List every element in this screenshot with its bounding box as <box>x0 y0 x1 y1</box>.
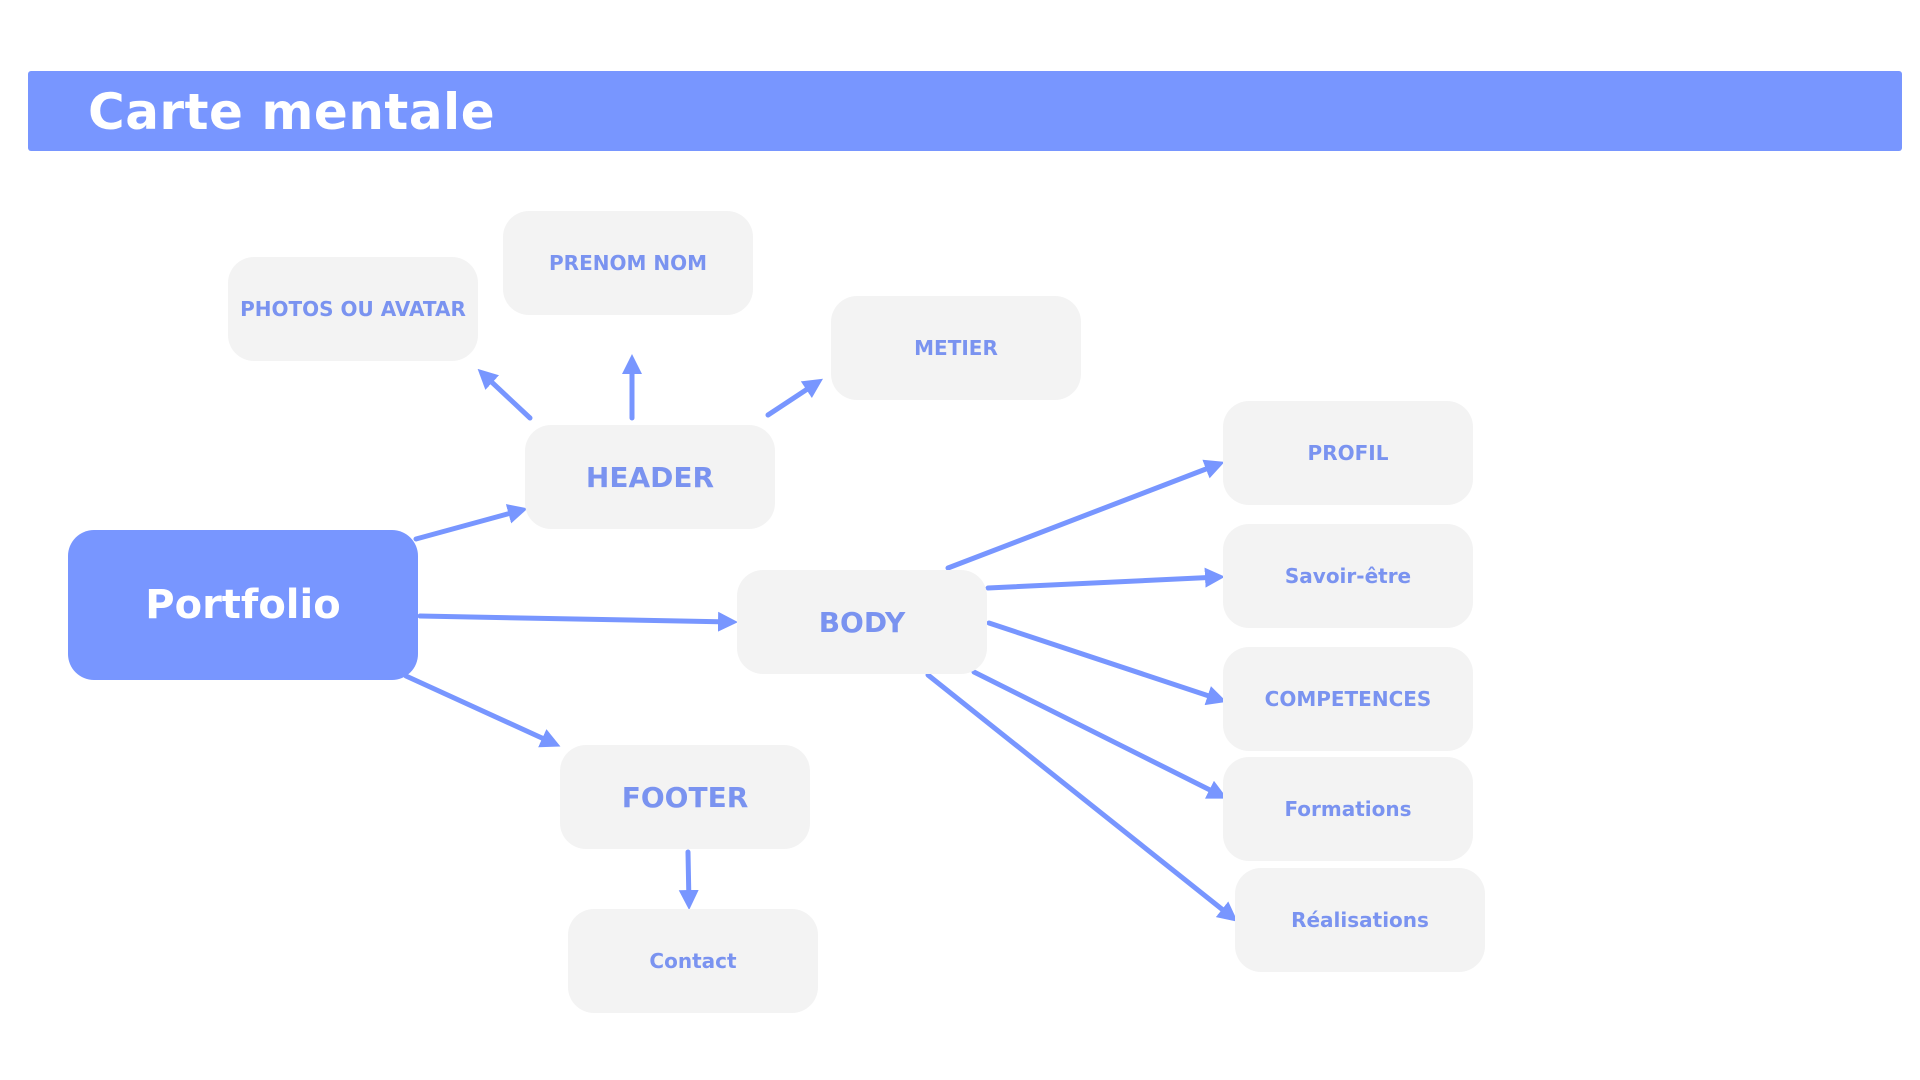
node-label: FOOTER <box>621 780 749 814</box>
arrow-body-savoir-etre <box>985 567 1225 591</box>
node-label: PHOTOS OU AVATAR <box>240 297 466 321</box>
node-prenom-nom: PRENOM NOM <box>503 211 753 315</box>
arrow-body-competences <box>986 620 1227 706</box>
node-label: Portfolio <box>145 582 341 628</box>
arrow-portfolio-body <box>417 611 738 632</box>
node-competences: COMPETENCES <box>1223 647 1473 751</box>
node-metier: METIER <box>831 296 1081 400</box>
mind-map-page: Carte mentale Portfolio HEADER BODY FOOT… <box>0 0 1920 1080</box>
node-label: PRENOM NOM <box>549 251 707 275</box>
arrow-header-metier <box>765 378 824 418</box>
page-title: Carte mentale <box>88 83 496 141</box>
node-header: HEADER <box>525 425 775 529</box>
arrow-footer-contact <box>678 849 699 910</box>
node-label: COMPETENCES <box>1264 687 1432 711</box>
node-profil: PROFIL <box>1223 401 1473 505</box>
node-label: BODY <box>818 605 906 639</box>
node-label: PROFIL <box>1307 441 1389 465</box>
arrow-body-realisations <box>925 672 1238 922</box>
node-label: HEADER <box>585 460 715 494</box>
node-label: Formations <box>1284 797 1412 821</box>
node-portfolio: Portfolio <box>68 530 418 680</box>
node-label: Savoir-être <box>1284 564 1412 588</box>
node-formations: Formations <box>1223 757 1473 861</box>
arrow-header-photos <box>477 368 533 421</box>
arrow-body-profil <box>945 459 1225 571</box>
node-footer: FOOTER <box>560 745 810 849</box>
node-savoir-etre: Savoir-être <box>1223 524 1473 628</box>
node-label: Contact <box>649 949 737 973</box>
node-realisations: Réalisations <box>1235 868 1485 972</box>
arrow-portfolio-header <box>413 504 528 542</box>
arrow-portfolio-footer <box>403 673 561 748</box>
title-bar: Carte mentale <box>28 71 1902 151</box>
node-photos-ou-avatar: PHOTOS OU AVATAR <box>228 257 478 361</box>
node-body: BODY <box>737 570 987 674</box>
node-label: Réalisations <box>1291 908 1429 932</box>
node-contact: Contact <box>568 909 818 1013</box>
arrow-body-formations <box>971 669 1228 799</box>
node-label: METIER <box>914 336 998 360</box>
